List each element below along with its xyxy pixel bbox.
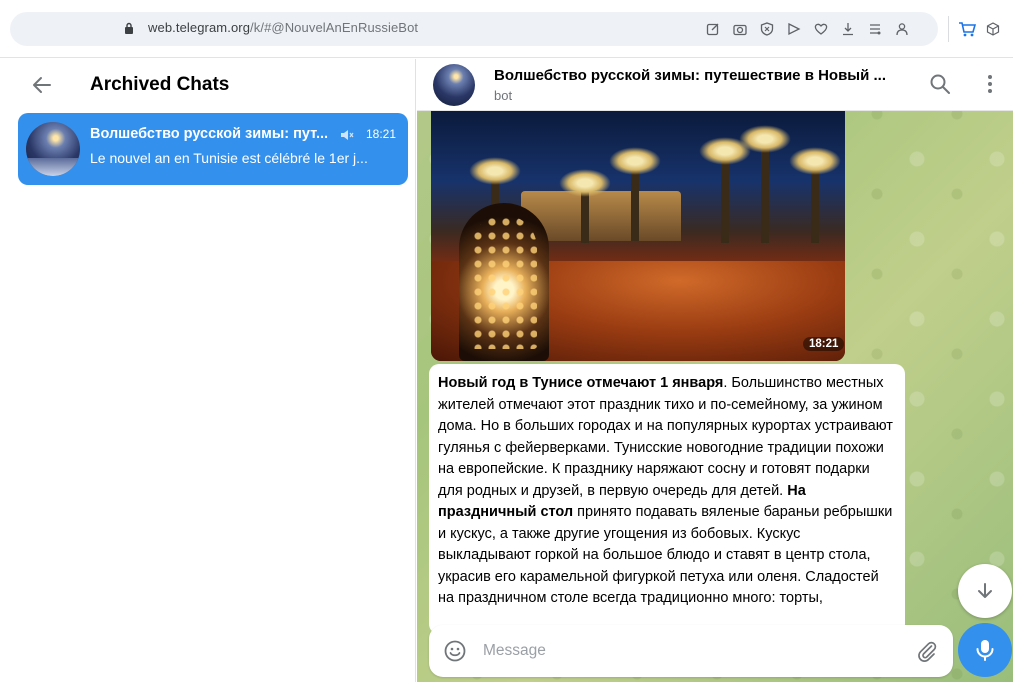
photo-palm	[789, 147, 841, 243]
message-photo[interactable]: 18:21	[431, 111, 845, 361]
back-arrow-icon[interactable]	[30, 73, 54, 97]
voice-record-button[interactable]	[958, 623, 1012, 677]
message-input[interactable]	[483, 625, 903, 677]
menu-lines-icon[interactable]	[868, 22, 882, 36]
send-icon[interactable]	[787, 22, 801, 36]
message-bold-1: Новый год в Тунисе отмечают 1 января	[438, 375, 724, 391]
chat-time: 18:21	[366, 127, 397, 141]
search-icon[interactable]	[929, 73, 951, 95]
sidebar-header: Archived Chats	[0, 59, 416, 111]
arrow-down-icon	[978, 583, 992, 598]
archived-chats-sidebar: Archived Chats Волшебство русской зимы: …	[0, 59, 416, 682]
cart-icon[interactable]	[958, 22, 976, 37]
photo-lantern	[459, 203, 549, 361]
photo-palm	[699, 137, 751, 243]
camera-icon[interactable]	[733, 22, 747, 36]
toolbar-divider	[948, 16, 949, 42]
chat-preview: Le nouvel an en Tunisie est célébré le 1…	[90, 150, 368, 166]
chat-title[interactable]: Волшебство русской зимы: путешествие в Н…	[494, 67, 886, 84]
attach-icon[interactable]	[915, 639, 939, 663]
photo-palm	[739, 125, 791, 243]
browser-toolbar: web.telegram.org/k/#@NouvelAnEnRussieBot	[0, 0, 1013, 58]
scroll-down-button[interactable]	[958, 564, 1012, 618]
more-vertical-icon[interactable]	[979, 73, 1001, 95]
message-text: Новый год в Тунисе отмечают 1 января. Бо…	[438, 373, 895, 610]
chat-list-item[interactable]: Волшебство русской зимы: пут... 18:21 Le…	[18, 113, 408, 185]
chat-name: Волшебство русской зимы: пут...	[90, 126, 329, 142]
url-path: /k/#@NouvelAnEnRussieBot	[250, 20, 419, 35]
url-host: web.telegram.org	[148, 20, 251, 35]
muted-icon	[340, 129, 354, 144]
chat-header[interactable]: Волшебство русской зимы: путешествие в Н…	[417, 59, 1013, 111]
edit-icon[interactable]	[706, 22, 720, 36]
photo-palm	[559, 169, 611, 243]
heart-icon[interactable]	[814, 22, 828, 36]
lock-icon[interactable]	[124, 22, 134, 34]
shield-icon[interactable]	[760, 22, 774, 36]
photo-timestamp: 18:21	[803, 337, 845, 351]
download-icon[interactable]	[841, 22, 855, 36]
message-bubble[interactable]: Новый год в Тунисе отмечают 1 января. Бо…	[429, 364, 905, 634]
chat-avatar	[26, 122, 80, 176]
message-text-1: . Большинство местных жителей отмечают э…	[438, 375, 893, 499]
cube-icon[interactable]	[986, 22, 1000, 36]
chat-header-avatar[interactable]	[433, 64, 475, 106]
photo-palm	[609, 147, 661, 241]
sidebar-title: Archived Chats	[90, 74, 230, 95]
microphone-icon	[976, 640, 994, 661]
chat-subtitle: bot	[494, 88, 513, 103]
chat-panel: Волшебство русской зимы: путешествие в Н…	[417, 59, 1013, 682]
emoji-icon[interactable]	[443, 639, 467, 663]
message-composer	[429, 625, 953, 677]
url-text[interactable]: web.telegram.org/k/#@NouvelAnEnRussieBot	[148, 20, 418, 35]
profile-icon[interactable]	[895, 22, 909, 36]
